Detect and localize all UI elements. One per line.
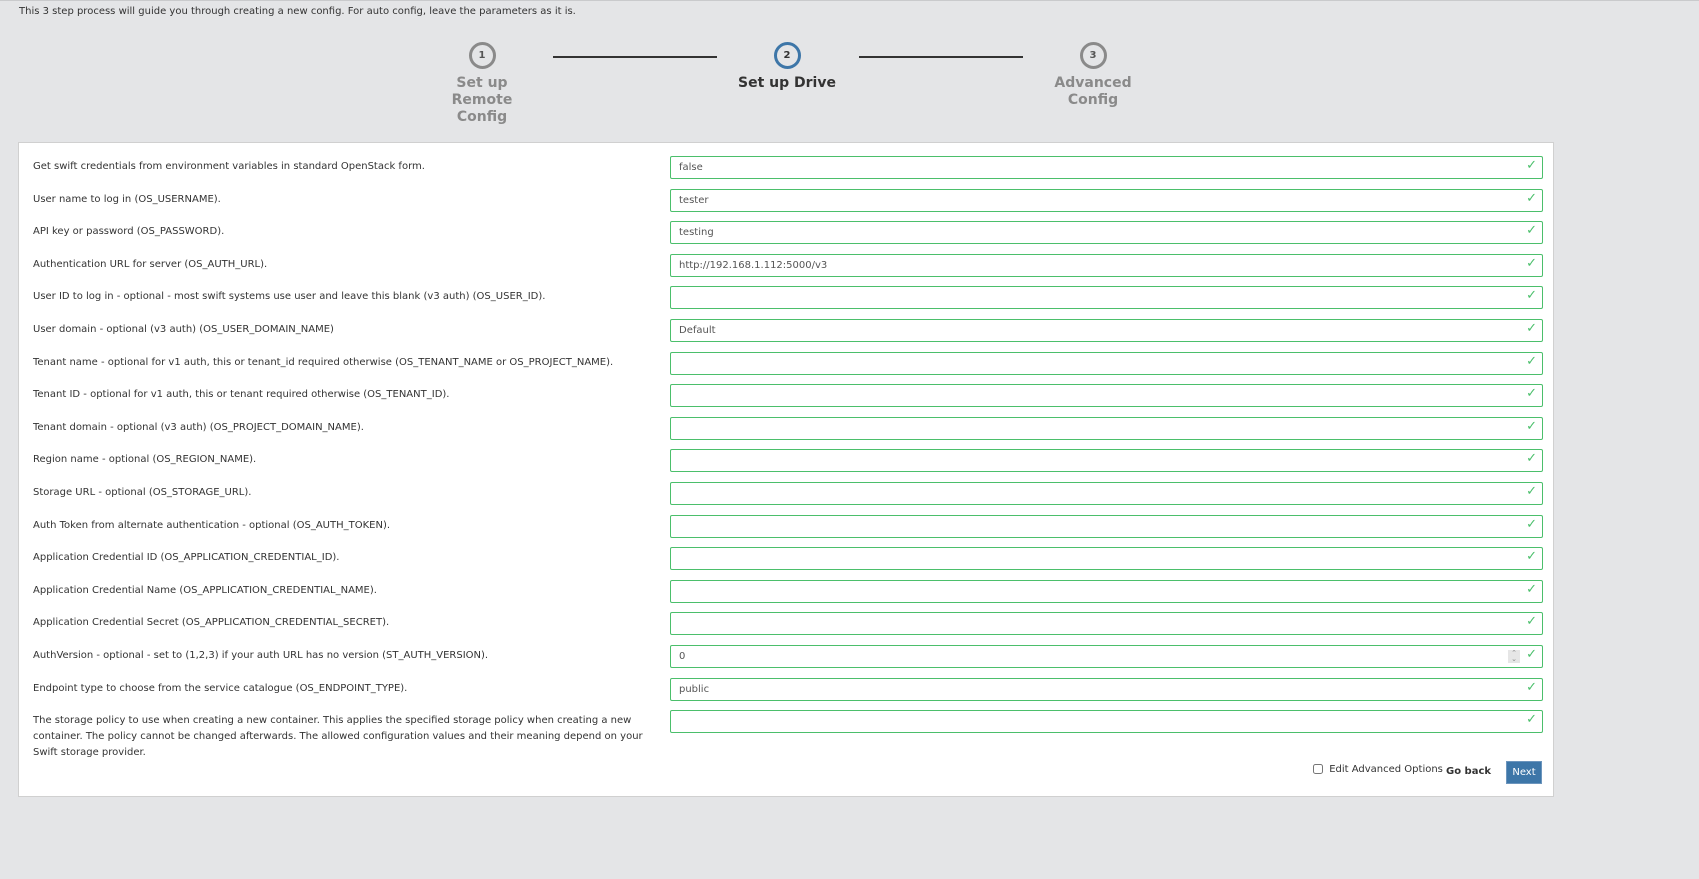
field-label: User ID to log in - optional - most swif…	[33, 291, 546, 303]
step-1: 1 Set up Remote Config	[422, 42, 542, 126]
field-label: Authentication URL for server (OS_AUTH_U…	[33, 258, 268, 270]
field-label: User domain - optional (v3 auth) (OS_USE…	[33, 324, 334, 335]
form-row: Endpoint type to choose from the service…	[33, 677, 1545, 701]
field-input[interactable]: ✓	[670, 449, 1543, 473]
field-label: Region name - optional (OS_REGION_NAME).	[33, 454, 257, 466]
field-value: public	[679, 683, 710, 695]
check-icon: ✓	[1526, 190, 1537, 206]
form-row: Authentication URL for server (OS_AUTH_U…	[33, 253, 1545, 277]
form-row: Tenant name - optional for v1 auth, this…	[33, 351, 1545, 375]
form-row: Auth Token from alternate authentication…	[33, 514, 1545, 538]
form-row: The storage policy to use when creating …	[33, 710, 1545, 761]
form-row: Tenant domain - optional (v3 auth) (OS_P…	[33, 416, 1545, 440]
field-label: Tenant name - optional for v1 auth, this…	[33, 356, 614, 368]
field-input[interactable]: ✓	[670, 547, 1543, 571]
field-input[interactable]: ✓	[670, 416, 1543, 440]
field-input[interactable]: ✓	[670, 579, 1543, 603]
form-row: Application Credential Name (OS_APPLICAT…	[33, 579, 1545, 603]
field-label: The storage policy to use when creating …	[33, 715, 643, 759]
field-input[interactable]: ✓	[670, 482, 1543, 505]
field-input[interactable]: ✓	[670, 286, 1543, 310]
check-icon: ✓	[1526, 223, 1537, 239]
check-icon: ✓	[1526, 516, 1537, 532]
form-row: Application Credential Secret (OS_APPLIC…	[33, 612, 1545, 636]
form-row: User domain - optional (v3 auth) (OS_USE…	[33, 319, 1545, 342]
field-label: Tenant ID - optional for v1 auth, this o…	[33, 389, 450, 401]
edit-advanced-option[interactable]: Edit Advanced Options	[1313, 764, 1443, 775]
field-input[interactable]: public ✓	[670, 677, 1543, 701]
step-3-label: Advanced Config	[1054, 75, 1132, 108]
field-input[interactable]: ✓	[670, 710, 1543, 734]
next-button[interactable]: Next	[1506, 761, 1542, 784]
field-label: API key or password (OS_PASSWORD).	[33, 226, 225, 238]
field-value: 0	[679, 651, 686, 662]
step-2-label: Set up Drive	[738, 75, 836, 91]
form-row: Region name - optional (OS_REGION_NAME).…	[33, 449, 1545, 473]
field-input[interactable]: ✓	[670, 612, 1543, 636]
field-label: Get swift credentials from environment v…	[33, 161, 425, 172]
intro-text: This 3 step process will guide you throu…	[19, 6, 576, 17]
check-icon: ✓	[1526, 386, 1537, 402]
field-label: Tenant domain - optional (v3 auth) (OS_P…	[33, 421, 364, 433]
step-3-number: 3	[1079, 42, 1107, 69]
field-label: AuthVersion - optional - set to (1,2,3) …	[33, 650, 489, 661]
field-input[interactable]: ✓	[670, 351, 1543, 375]
form-row: Tenant ID - optional for v1 auth, this o…	[33, 384, 1545, 408]
check-icon: ✓	[1526, 549, 1537, 565]
go-back-button[interactable]: Go back	[1446, 766, 1491, 777]
form-row: User ID to log in - optional - most swif…	[33, 286, 1545, 310]
field-label: Auth Token from alternate authentication…	[33, 519, 391, 531]
step-2: 2 Set up Drive	[727, 42, 847, 92]
check-icon: ✓	[1526, 712, 1537, 728]
form-row: User name to log in (OS_USERNAME). teste…	[33, 188, 1545, 212]
check-icon: ✓	[1526, 418, 1537, 434]
check-icon: ✓	[1526, 158, 1537, 173]
check-icon: ✓	[1526, 484, 1537, 499]
step-1-label: Set up Remote Config	[451, 75, 513, 125]
field-value: Default	[679, 325, 716, 336]
step-1-number: 1	[468, 42, 496, 69]
check-icon: ✓	[1526, 288, 1537, 304]
field-label: Application Credential Name (OS_APPLICAT…	[33, 584, 377, 596]
check-icon: ✓	[1526, 321, 1537, 336]
check-icon: ✓	[1526, 647, 1537, 662]
check-icon: ✓	[1526, 679, 1537, 695]
field-value: http://192.168.1.112:5000/v3	[679, 259, 828, 271]
check-icon: ✓	[1526, 255, 1537, 271]
field-input[interactable]: ✓	[670, 514, 1543, 538]
check-icon: ✓	[1526, 451, 1537, 467]
field-input[interactable]: http://192.168.1.112:5000/v3 ✓	[670, 253, 1543, 277]
config-form: Get swift credentials from environment v…	[18, 142, 1554, 797]
top-divider	[0, 0, 1699, 1]
number-spinner[interactable]: ⌃ ⌄	[1508, 650, 1520, 663]
field-input[interactable]: false ✓	[670, 156, 1543, 179]
field-input[interactable]: tester ✓	[670, 188, 1543, 212]
field-label: User name to log in (OS_USERNAME).	[33, 193, 221, 205]
field-label: Application Credential Secret (OS_APPLIC…	[33, 617, 390, 629]
field-label: Storage URL - optional (OS_STORAGE_URL).	[33, 487, 252, 498]
step-2-number: 2	[773, 42, 801, 69]
form-row: AuthVersion - optional - set to (1,2,3) …	[33, 645, 1545, 668]
field-input[interactable]: testing ✓	[670, 221, 1543, 245]
check-icon: ✓	[1526, 614, 1537, 630]
step-connector	[553, 56, 717, 58]
field-value: false	[679, 162, 703, 173]
form-row: Get swift credentials from environment v…	[33, 156, 1545, 179]
check-icon: ✓	[1526, 581, 1537, 597]
field-label: Application Credential ID (OS_APPLICATIO…	[33, 552, 340, 564]
edit-advanced-label: Edit Advanced Options	[1329, 764, 1443, 775]
field-label: Endpoint type to choose from the service…	[33, 682, 408, 694]
step-connector	[859, 56, 1023, 58]
form-row: Storage URL - optional (OS_STORAGE_URL).…	[33, 482, 1545, 505]
field-input[interactable]: Default ✓	[670, 319, 1543, 342]
field-input[interactable]: 0 ⌃ ⌄ ✓	[670, 645, 1543, 668]
form-row: API key or password (OS_PASSWORD). testi…	[33, 221, 1545, 245]
step-3: 3 Advanced Config	[1033, 42, 1153, 109]
form-row: Application Credential ID (OS_APPLICATIO…	[33, 547, 1545, 571]
field-value: testing	[679, 227, 714, 239]
field-value: tester	[679, 194, 709, 206]
edit-advanced-checkbox[interactable]	[1313, 764, 1323, 774]
check-icon: ✓	[1526, 353, 1537, 369]
field-input[interactable]: ✓	[670, 384, 1543, 408]
